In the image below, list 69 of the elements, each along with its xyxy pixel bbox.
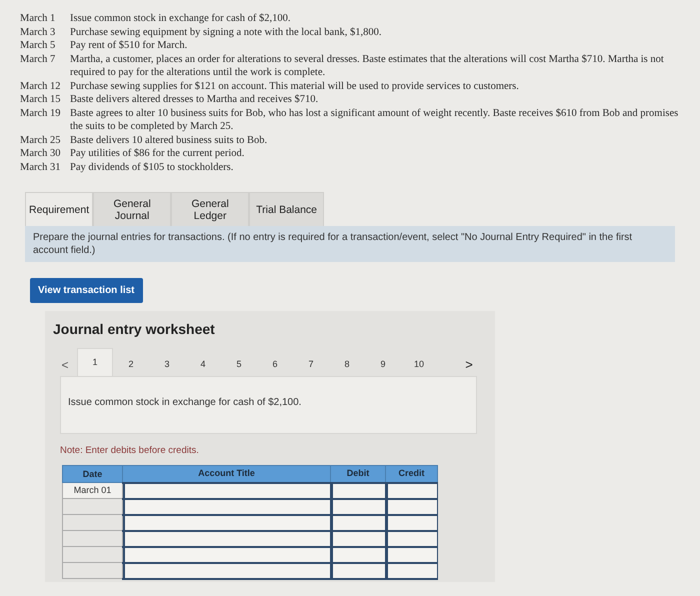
transaction-text: Baste delivers altered dresses to Martha and receives $710. xyxy=(70,94,318,105)
transaction-text: Pay utilities of $86 for the current period. xyxy=(70,148,244,159)
page-tab[interactable]: 1 xyxy=(77,348,113,376)
debit-field[interactable] xyxy=(331,532,385,546)
date-cell[interactable] xyxy=(62,562,122,579)
page-tab[interactable]: 3 xyxy=(149,354,185,376)
transaction-text: Purchase sewing equipment by signing a note with the local bank, $1,800. xyxy=(70,26,382,38)
date-cell[interactable] xyxy=(62,498,122,515)
debit-field[interactable] xyxy=(331,516,385,530)
credit-field[interactable] xyxy=(386,532,437,546)
transaction-text: Baste agrees to alter 10 business suits for Bob, who has lost a significant amount of weight recently. Baste receives $610 from Bob and promises the suits to be completed by March 25. xyxy=(70,108,678,132)
date-cell[interactable] xyxy=(62,530,122,547)
transaction-text: Baste delivers 10 altered business suits to Bob. xyxy=(70,134,268,146)
account-title-field[interactable] xyxy=(123,516,330,530)
transaction-text: Pay rent of $510 for March. xyxy=(70,40,188,51)
transaction-date: March 15 xyxy=(20,94,61,105)
transaction-date: March 25 xyxy=(20,134,61,146)
view-transaction-list-button[interactable]: View transaction list xyxy=(30,278,143,303)
column-header: Credit xyxy=(386,466,438,483)
date-cell[interactable] xyxy=(62,514,122,531)
account-title-field[interactable] xyxy=(123,564,330,578)
page-tab[interactable]: 4 xyxy=(185,354,221,376)
page-tab[interactable]: 6 xyxy=(257,354,293,376)
transaction-text: Issue common stock in exchange for cash of $2,100. xyxy=(70,13,290,24)
page-tab[interactable]: 7 xyxy=(293,354,329,376)
transaction-date: March 3 xyxy=(20,26,56,38)
transaction-date: March 19 xyxy=(20,108,61,118)
next-button[interactable]: > xyxy=(457,354,481,376)
note-text: Note: Enter debits before credits. xyxy=(60,445,199,456)
date-cell: March 01 xyxy=(62,482,122,499)
credit-field[interactable] xyxy=(386,548,437,562)
debit-field[interactable] xyxy=(331,548,385,562)
transaction-text: Martha, a customer, places an order for alterations to several dresses. Baste estimates that the alterations will cost Martha $710. Martha is not required to pay for the alterations until the work is complete. xyxy=(70,54,664,78)
transaction-date: March 5 xyxy=(20,40,56,51)
page-tab[interactable]: 5 xyxy=(221,354,257,376)
transaction-date: March 12 xyxy=(20,80,61,92)
account-title-field[interactable] xyxy=(123,548,330,562)
transaction-date: March 31 xyxy=(20,162,61,172)
credit-field[interactable] xyxy=(386,564,437,578)
column-header: Date xyxy=(62,466,122,483)
tab[interactable]: Requirement xyxy=(25,192,94,226)
tab[interactable]: General Journal xyxy=(93,192,172,226)
debit-field[interactable] xyxy=(331,484,385,498)
account-title-field[interactable] xyxy=(123,500,330,514)
page-tab[interactable]: 9 xyxy=(365,354,401,376)
credit-field[interactable] xyxy=(386,484,437,498)
transaction-date: March 30 xyxy=(20,148,61,159)
previous-button[interactable]: < xyxy=(53,354,77,376)
account-title-field[interactable] xyxy=(123,532,330,546)
transaction-date: March 1 xyxy=(20,13,56,24)
tab[interactable]: General Ledger xyxy=(171,192,250,226)
credit-field[interactable] xyxy=(386,516,437,530)
description-text: Issue common stock in exchange for cash of $2,100. xyxy=(68,397,302,408)
column-header: Debit xyxy=(330,466,386,483)
instructions-text: Prepare the journal entries for transactions. (If no entry is required for a transaction/event, select "No Journal Entry Required" in the first account field.) xyxy=(33,232,632,256)
worksheet-title: Journal entry worksheet xyxy=(53,320,216,339)
debit-field[interactable] xyxy=(331,564,385,578)
tab[interactable]: Trial Balance xyxy=(249,192,324,226)
date-cell[interactable] xyxy=(62,546,122,563)
page-tab[interactable]: 8 xyxy=(329,354,365,376)
transaction-date: March 7 xyxy=(20,54,56,64)
debit-field[interactable] xyxy=(331,500,385,514)
transaction-text: Pay dividends of $105 to stockholders. xyxy=(70,162,234,172)
account-title-field[interactable] xyxy=(123,484,330,498)
credit-field[interactable] xyxy=(386,500,437,514)
page-tab[interactable]: 10 xyxy=(401,354,437,376)
transaction-text: Purchase sewing supplies for $121 on account. This material will be used to provide services to customers. xyxy=(70,80,519,92)
column-header: Account Title xyxy=(122,466,330,483)
page-tab[interactable]: 2 xyxy=(113,354,149,376)
